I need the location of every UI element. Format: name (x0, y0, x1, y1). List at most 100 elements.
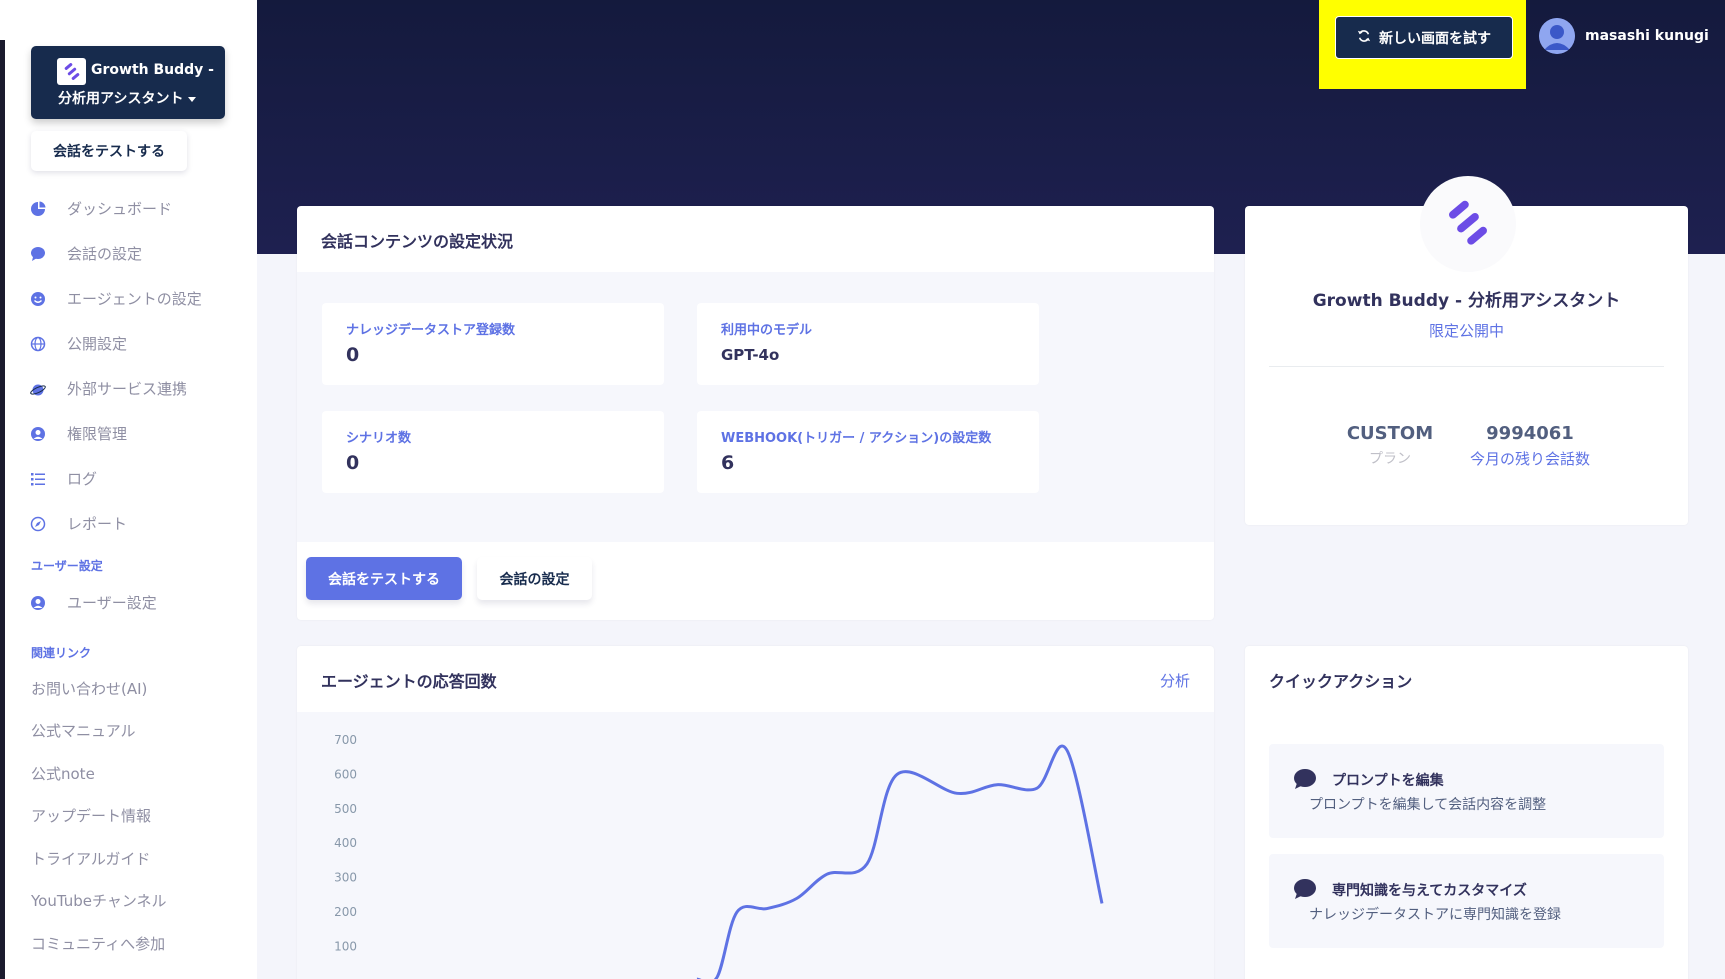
link-contact-ai[interactable]: お問い合わせ(AI) (0, 667, 257, 710)
quick-action-add-knowledge[interactable]: 専門知識を与えてカスタマイズ ナレッジデータストアに専門知識を登録 (1269, 854, 1664, 948)
sidebar-item-label: ダッシュボード (67, 200, 173, 218)
sidebar-item-agent-settings[interactable]: エージェントの設定 (0, 276, 257, 321)
quick-action-title: プロンプトを編集 (1332, 773, 1444, 789)
user-settings-heading: ユーザー設定 (31, 558, 103, 573)
quick-action-desc: ナレッジデータストアに専門知識を登録 (1309, 907, 1561, 923)
stat-webhook-count: WEBHOOK(トリガー / アクション)の設定数 6 (697, 411, 1039, 493)
sidebar-item-dashboard[interactable]: ダッシュボード (0, 186, 257, 231)
stat-knowledge-count: ナレッジデータストア登録数 0 (322, 303, 664, 385)
plan-stat: CUSTOM プラン (1335, 423, 1445, 468)
stat-value: 0 (346, 344, 360, 366)
avatar (1539, 18, 1575, 54)
try-new-ui-label: 新しい画面を試す (1379, 30, 1491, 47)
agent-name-line2: 分析用アシスタント (58, 88, 197, 108)
y-tick-label: 100 (334, 939, 357, 953)
smiley-icon (30, 291, 46, 307)
analysis-link[interactable]: 分析 (1160, 670, 1190, 691)
agent-name-line1: Growth Buddy - (91, 62, 214, 78)
sidebar-nav: ダッシュボード 会話の設定 エージェントの設定 公開設定 外部サービス連携 権限… (0, 186, 257, 965)
chart-title: エージェントの応答回数 (321, 672, 497, 691)
y-tick-label: 300 (334, 871, 357, 885)
related-links-heading: 関連リンク (31, 645, 92, 660)
quick-action-desc: プロンプトを編集して会話内容を調整 (1309, 797, 1547, 813)
conversation-settings-button[interactable]: 会話の設定 (477, 557, 592, 600)
sidebar-item-label: 外部サービス連携 (67, 380, 188, 398)
sidebar-item-user-settings[interactable]: ユーザー設定 (0, 580, 257, 625)
remaining-conversations-stat: 9994061 今月の残り会話数 (1455, 423, 1605, 469)
y-tick-label: 700 (334, 733, 357, 747)
quick-action-edit-prompt[interactable]: プロンプトを編集 プロンプトを編集して会話内容を調整 (1269, 744, 1664, 838)
sidebar-item-logs[interactable]: ログ (0, 456, 257, 501)
growth-buddy-logo-icon (1420, 176, 1516, 272)
refresh-icon (1357, 29, 1371, 47)
plan-label: プラン (1369, 451, 1411, 467)
stat-scenario-count: シナリオ数 0 (322, 411, 664, 493)
user-circle-icon (30, 595, 46, 611)
globe-icon (30, 336, 46, 352)
sidebar-item-label: 会話の設定 (67, 245, 143, 263)
content-settings-card: 会話コンテンツの設定状況 ナレッジデータストア登録数 0 利用中のモデル GPT… (297, 206, 1214, 620)
try-new-ui-button[interactable]: 新しい画面を試す (1335, 16, 1513, 59)
caret-down-icon (188, 96, 197, 102)
stat-value: 6 (721, 452, 735, 474)
sidebar-item-conversation-settings[interactable]: 会話の設定 (0, 231, 257, 276)
quick-actions-card: クイックアクション プロンプトを編集 プロンプトを編集して会話内容を調整 専門知… (1245, 646, 1688, 979)
link-official-manual[interactable]: 公式マニュアル (0, 710, 257, 753)
y-tick-label: 400 (334, 836, 357, 850)
chat-bubble-icon (1293, 878, 1317, 904)
chart-body: 700 600 500 400 300 200 100 (297, 712, 1214, 979)
stat-value: 0 (346, 452, 360, 474)
stat-label: WEBHOOK(トリガー / アクション)の設定数 (721, 431, 992, 446)
test-conversation-button[interactable]: 会話をテストする (306, 557, 462, 600)
plan-value: CUSTOM (1346, 423, 1434, 444)
y-tick-label: 600 (334, 767, 357, 781)
sidebar-item-label: 権限管理 (67, 425, 128, 443)
stat-label: シナリオ数 (346, 431, 412, 446)
sidebar-item-publish-settings[interactable]: 公開設定 (0, 321, 257, 366)
remaining-value: 9994061 (1486, 423, 1574, 444)
divider (1269, 366, 1664, 367)
quick-action-title: 専門知識を与えてカスタマイズ (1332, 883, 1527, 899)
user-name: masashi kunugi (1585, 28, 1709, 44)
content-settings-body: ナレッジデータストア登録数 0 利用中のモデル GPT-4o シナリオ数 0 W… (297, 272, 1214, 542)
link-update-info[interactable]: アップデート情報 (0, 795, 257, 838)
sidebar-item-label: レポート (67, 515, 128, 533)
link-official-note[interactable]: 公式note (0, 752, 257, 795)
compass-icon (30, 516, 46, 532)
sidebar-test-conversation-button[interactable]: 会話をテストする (31, 131, 187, 171)
pie-chart-icon (30, 201, 46, 217)
link-youtube-channel[interactable]: YouTubeチャンネル (0, 880, 257, 923)
chat-bubble-icon (1293, 768, 1317, 794)
stat-value: GPT-4o (721, 346, 780, 364)
agent-profile-card: Growth Buddy - 分析用アシスタント 限定公開中 CUSTOM プラ… (1245, 176, 1688, 525)
user-menu[interactable]: masashi kunugi (1539, 18, 1709, 54)
response-count-card: エージェントの応答回数 分析 700 600 500 400 300 200 100 (297, 646, 1214, 979)
stat-model: 利用中のモデル GPT-4o (697, 303, 1039, 385)
link-trial-guide[interactable]: トライアルガイド (0, 837, 257, 880)
sidebar-item-permissions[interactable]: 権限管理 (0, 411, 257, 456)
remaining-label: 今月の残り会話数 (1469, 450, 1590, 468)
stat-label: ナレッジデータストア登録数 (346, 323, 516, 338)
agent-switcher-button[interactable]: Growth Buddy - 分析用アシスタント (31, 46, 225, 119)
sidebar-item-reports[interactable]: レポート (0, 501, 257, 546)
sidebar-item-label: エージェントの設定 (67, 290, 202, 308)
sidebar-item-label: 公開設定 (67, 335, 128, 353)
list-icon (30, 471, 46, 487)
response-line-chart: 700 600 500 400 300 200 100 (334, 733, 1104, 979)
sidebar-item-label: ログ (67, 470, 98, 488)
agent-name: Growth Buddy - 分析用アシスタント (1312, 291, 1621, 311)
link-join-community[interactable]: コミュニティへ参加 (0, 922, 257, 965)
growth-buddy-logo-icon (57, 58, 86, 85)
series-line (696, 744, 1104, 979)
y-tick-label: 500 (334, 802, 357, 816)
sidebar: Growth Buddy - 分析用アシスタント 会話をテストする ダッシュボー… (0, 0, 257, 979)
stat-label: 利用中のモデル (721, 323, 813, 338)
quick-actions-title: クイックアクション (1269, 672, 1413, 691)
content-settings-title: 会話コンテンツの設定状況 (321, 232, 514, 251)
sidebar-item-external-integrations[interactable]: 外部サービス連携 (0, 366, 257, 411)
user-circle-icon (30, 426, 46, 442)
planet-icon (30, 381, 46, 397)
y-tick-label: 200 (334, 905, 357, 919)
sidebar-item-label: ユーザー設定 (67, 594, 157, 612)
chat-bubble-icon (30, 246, 46, 262)
